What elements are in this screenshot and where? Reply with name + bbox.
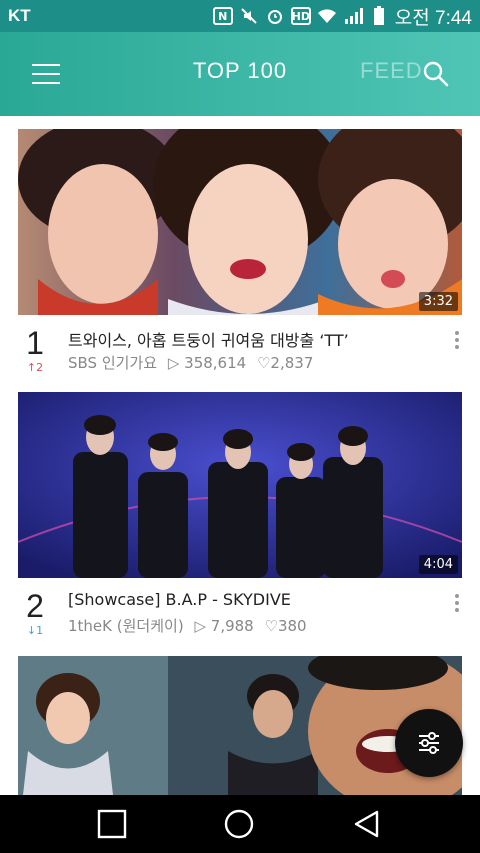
back-triangle-icon[interactable] — [352, 809, 382, 839]
play-icon: ▷ — [167, 354, 180, 372]
more-options-icon[interactable] — [454, 594, 460, 615]
play-icon: ▷ — [194, 617, 206, 635]
battery-icon — [369, 6, 389, 26]
signal-icon — [343, 6, 363, 26]
rank-indicator: 2 ↓1 — [18, 590, 52, 637]
rank-change: ↑2 — [26, 361, 44, 374]
rank-number: 2 — [26, 588, 44, 624]
duration-label: 4:04 — [418, 555, 458, 574]
duration-label: 3:32 — [418, 292, 458, 311]
video-thumbnail[interactable] — [18, 656, 462, 795]
rank-indicator: 1 ↑2 — [18, 327, 52, 374]
video-card[interactable]: 3:32 1 ↑2 트와이스, 아홉 트둥이 귀여움 대방출 ‘TT’ SBS … — [18, 129, 462, 374]
system-nav-bar — [0, 795, 480, 853]
app-header: TOP 100 FEED — [0, 32, 480, 116]
heart-icon: ♡ — [264, 617, 278, 635]
video-card[interactable]: 4:04 2 ↓1 [Showcase] B.A.P - SKYDIVE 1th… — [18, 392, 462, 637]
status-icons: N HD 오전 7:44 — [212, 3, 472, 30]
video-meta: 1theK (원더케이) ▷ 7,988 ♡380 — [68, 615, 307, 636]
channel-name[interactable]: SBS 인기가요 — [68, 354, 157, 372]
video-thumbnail[interactable]: 3:32 — [18, 129, 462, 315]
rank-change: ↓1 — [26, 624, 44, 637]
recents-square-icon[interactable] — [97, 809, 127, 839]
home-circle-icon[interactable] — [224, 809, 254, 839]
hamburger-menu-icon[interactable] — [32, 62, 60, 86]
video-card[interactable] — [18, 656, 462, 795]
thumbnail-image — [18, 129, 462, 315]
video-thumbnail[interactable]: 4:04 — [18, 392, 462, 578]
more-options-icon[interactable] — [454, 331, 460, 352]
search-icon[interactable] — [422, 60, 450, 88]
channel-name[interactable]: 1theK (원더케이) — [68, 617, 184, 635]
like-count: 380 — [277, 617, 307, 635]
thumbnail-image — [18, 656, 462, 795]
tab-top100[interactable]: TOP 100 — [180, 58, 300, 84]
hd-icon: HD — [290, 7, 311, 25]
thumbnail-image — [18, 392, 462, 578]
rank-number: 1 — [26, 325, 44, 361]
view-count: 7,988 — [210, 617, 254, 635]
video-title[interactable]: [Showcase] B.A.P - SKYDIVE — [68, 590, 291, 609]
carrier-label: KT — [8, 6, 31, 25]
nfc-icon: N — [212, 7, 233, 25]
filter-sliders-icon — [419, 732, 439, 754]
view-count: 358,614 — [184, 354, 247, 372]
video-feed: 3:32 1 ↑2 트와이스, 아홉 트둥이 귀여움 대방출 ‘TT’ SBS … — [0, 116, 480, 795]
wifi-icon — [317, 6, 337, 26]
heart-icon: ♡ — [256, 354, 271, 372]
video-title[interactable]: 트와이스, 아홉 트둥이 귀여움 대방출 ‘TT’ — [68, 327, 349, 351]
clock: 오전 7:44 — [394, 7, 472, 29]
mute-icon — [239, 6, 259, 26]
status-bar: KT N HD 오전 7:44 — [0, 0, 480, 32]
video-meta: SBS 인기가요 ▷ 358,614 ♡2,837 — [68, 352, 313, 373]
tab-feed[interactable]: FEED — [360, 58, 423, 84]
like-count: 2,837 — [270, 354, 314, 372]
alarm-icon — [265, 6, 285, 26]
filter-button[interactable] — [395, 709, 463, 777]
